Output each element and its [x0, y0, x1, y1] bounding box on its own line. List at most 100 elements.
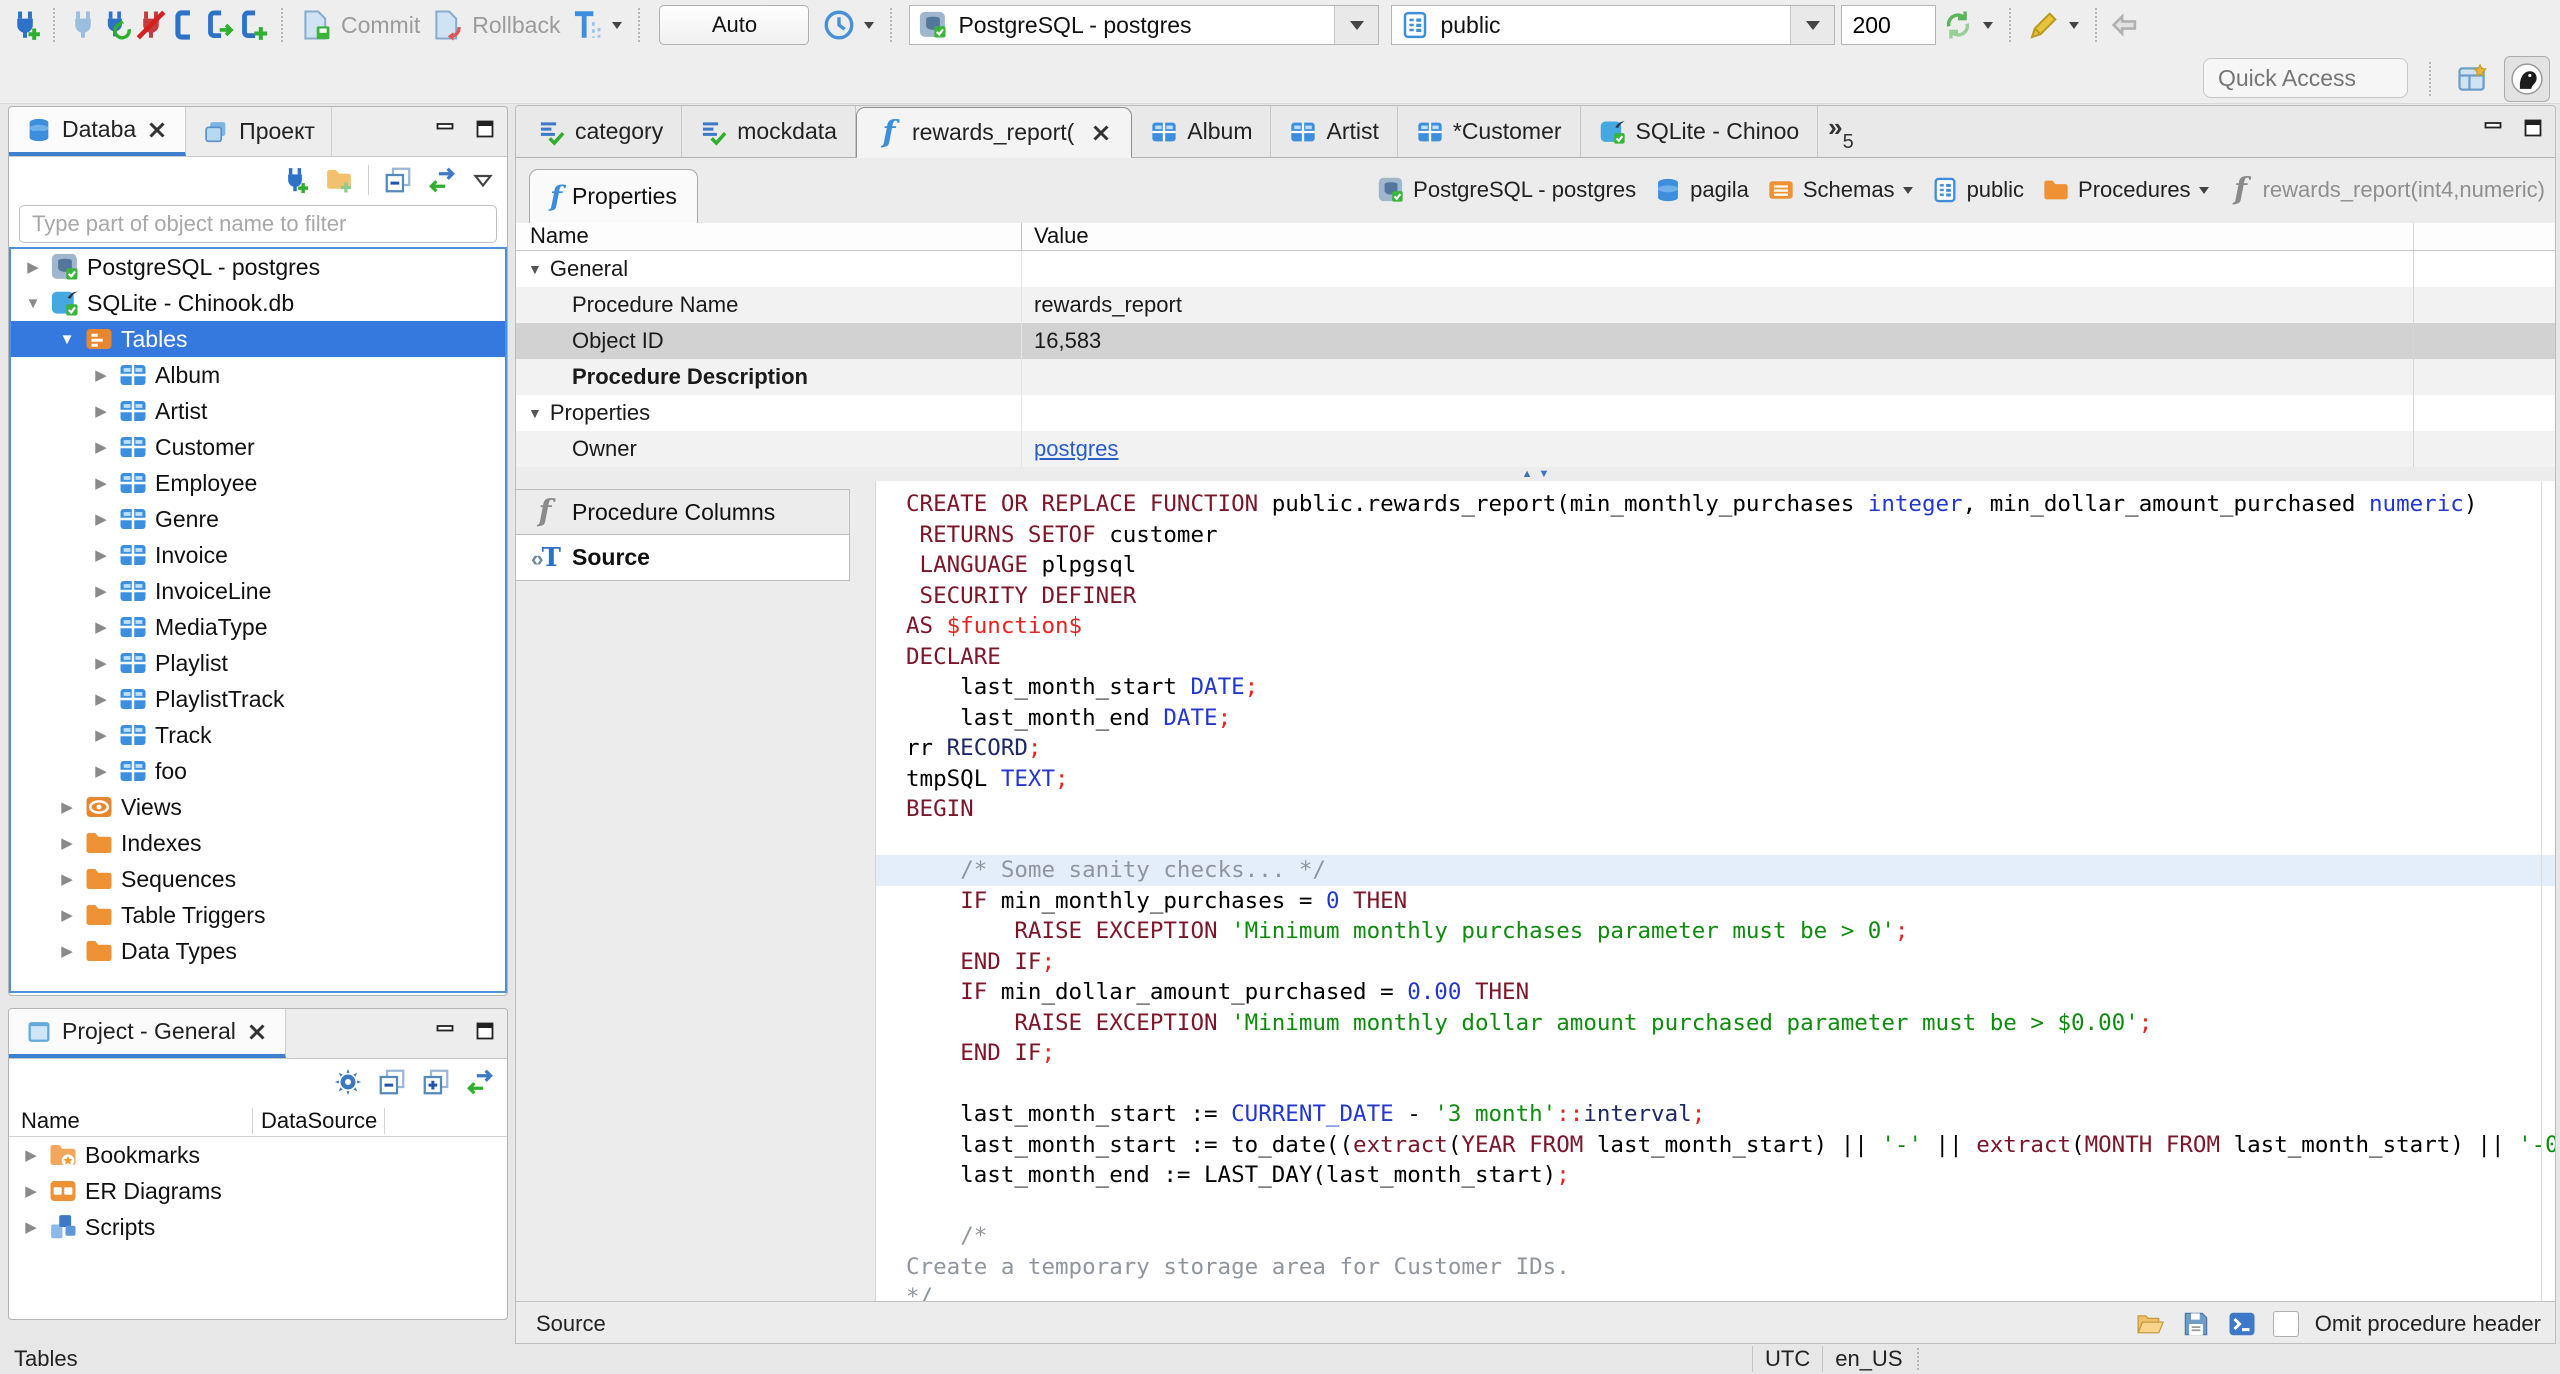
collapse-all-icon[interactable]	[377, 1067, 407, 1097]
subtab-source[interactable]: ‹›T Source	[516, 535, 850, 581]
breadcrumb-item-pagila[interactable]: pagila	[1654, 176, 1749, 204]
expand-arrow-icon[interactable]: ▶	[57, 942, 77, 960]
transaction-mode-button[interactable]	[570, 8, 623, 42]
expand-arrow-icon[interactable]: ▶	[91, 654, 111, 672]
collapse-arrow-icon[interactable]: ▼	[23, 295, 43, 312]
quick-access-input[interactable]	[2203, 58, 2408, 98]
expand-arrow-icon[interactable]: ▶	[21, 1218, 41, 1236]
expand-arrow-icon[interactable]: ▶	[91, 474, 111, 492]
connect-icon[interactable]	[66, 8, 100, 42]
tree-item-table-triggers[interactable]: ▶ Table Triggers	[11, 897, 505, 933]
project-item-bookmarks[interactable]: ▶ Bookmarks	[9, 1137, 507, 1173]
tree-item-artist[interactable]: ▶ Artist	[11, 393, 505, 429]
minimize-icon[interactable]	[433, 117, 457, 141]
expand-arrow-icon[interactable]: ▶	[23, 258, 43, 276]
load-from-file-icon[interactable]	[2135, 1309, 2165, 1339]
fetch-size-input[interactable]	[1841, 5, 1937, 45]
tree-item-sequences[interactable]: ▶ Sequences	[11, 861, 505, 897]
new-connection-icon[interactable]	[280, 165, 310, 195]
project-item-er-diagrams[interactable]: ▶ ER Diagrams	[9, 1173, 507, 1209]
generate-sql-button[interactable]	[2027, 8, 2080, 42]
column-header-name[interactable]: Name	[516, 223, 1021, 250]
open-console-icon[interactable]	[2227, 1309, 2257, 1339]
minimize-icon[interactable]	[433, 1019, 457, 1043]
property-row-general[interactable]: ▼ General	[516, 251, 2555, 287]
property-row-procedure-description[interactable]: Procedure Description	[516, 359, 2555, 395]
property-row-properties[interactable]: ▼ Properties	[516, 395, 2555, 431]
editor-tab-album[interactable]: Album	[1132, 106, 1272, 157]
close-icon[interactable]	[245, 1020, 269, 1044]
column-header-datasource[interactable]: DataSource	[252, 1107, 385, 1134]
expand-arrow-icon[interactable]: ▶	[57, 870, 77, 888]
minimize-icon[interactable]	[2481, 116, 2505, 140]
subtab-procedure-columns[interactable]: f Procedure Columns	[516, 489, 850, 535]
commit-button[interactable]: Commit	[299, 8, 420, 42]
maximize-icon[interactable]	[473, 1019, 497, 1043]
tab-project-general[interactable]: Project - General	[9, 1009, 286, 1058]
expand-arrow-icon[interactable]: ▶	[21, 1146, 41, 1164]
expand-arrow-icon[interactable]: ▶	[91, 366, 111, 384]
expand-arrow-icon[interactable]: ▶	[57, 834, 77, 852]
editor-tab-rewards-report[interactable]: f rewards_report(	[855, 107, 1133, 158]
expand-arrow-icon[interactable]: ▶	[91, 546, 111, 564]
link-with-editor-icon[interactable]	[465, 1067, 495, 1097]
tab-properties[interactable]: f Properties	[529, 169, 698, 223]
schema-selector[interactable]: public	[1391, 5, 1836, 45]
collapse-arrow-icon[interactable]: ▼	[528, 405, 542, 421]
tree-item-genre[interactable]: ▶ Genre	[11, 501, 505, 537]
breadcrumb-item-public[interactable]: public	[1931, 176, 2024, 204]
project-tree[interactable]: ▶ Bookmarks ▶ ER Diagrams ▶ Scripts	[9, 1137, 507, 1245]
gear-icon[interactable]	[333, 1067, 363, 1097]
collapse-arrow-icon[interactable]: ▼	[528, 261, 542, 277]
dbeaver-perspective-button[interactable]	[2504, 56, 2550, 102]
expand-arrow-icon[interactable]: ▶	[91, 726, 111, 744]
tree-item-mediatype[interactable]: ▶ MediaType	[11, 609, 505, 645]
section-splitter[interactable]: ▲ ▼	[516, 467, 2555, 481]
column-header-name[interactable]: Name	[9, 1108, 252, 1134]
new-sql-editor-icon[interactable]	[202, 8, 236, 42]
property-row-object-id[interactable]: Object ID 16,583	[516, 323, 2555, 359]
connection-selector[interactable]: PostgreSQL - postgres	[909, 5, 1380, 45]
navigator-tree[interactable]: ▶ PostgreSQL - postgres ▼ SQLite - Chinook.…	[9, 247, 507, 993]
expand-arrow-icon[interactable]: ▶	[91, 690, 111, 708]
view-menu-icon[interactable]	[471, 168, 495, 192]
column-header-value[interactable]: Value	[1021, 223, 2555, 250]
tree-item-postgresql-postgres[interactable]: ▶ PostgreSQL - postgres	[11, 249, 505, 285]
link-with-editor-icon[interactable]	[427, 165, 457, 195]
breadcrumb-item-procedures[interactable]: Procedures	[2042, 176, 2209, 204]
save-to-file-icon[interactable]	[2181, 1309, 2211, 1339]
expand-arrow-icon[interactable]: ▶	[91, 402, 111, 420]
collapse-arrow-icon[interactable]: ▼	[57, 331, 77, 348]
expand-arrow-icon[interactable]: ▶	[91, 510, 111, 528]
expand-arrow-icon[interactable]: ▶	[91, 618, 111, 636]
tab-database-navigator[interactable]: Databa	[9, 107, 187, 156]
editor-tab-artist[interactable]: Artist	[1271, 106, 1398, 157]
project-item-scripts[interactable]: ▶ Scripts	[9, 1209, 507, 1245]
expand-all-icon[interactable]	[421, 1067, 451, 1097]
expand-arrow-icon[interactable]: ▶	[91, 762, 111, 780]
editor-tab-mockdata[interactable]: mockdata	[682, 106, 856, 157]
new-folder-icon[interactable]	[324, 165, 354, 195]
tab-overflow-button[interactable]: » 5	[1828, 114, 1854, 157]
sql-console-icon[interactable]	[236, 8, 270, 42]
status-timezone[interactable]: UTC	[1765, 1346, 1810, 1372]
expand-down-icon[interactable]: ▼	[1539, 468, 1550, 480]
sql-editor-icon[interactable]	[168, 8, 202, 42]
source-viewer[interactable]: CREATE OR REPLACE FUNCTION public.reward…	[875, 481, 2555, 1301]
tree-item-data-types[interactable]: ▶ Data Types	[11, 933, 505, 969]
close-icon[interactable]	[1089, 121, 1113, 145]
omit-procedure-header-checkbox[interactable]	[2272, 1310, 2299, 1337]
breadcrumb-item-schemas[interactable]: Schemas	[1767, 176, 1913, 204]
tab-project-explorer[interactable]: Проект	[186, 107, 332, 156]
expand-arrow-icon[interactable]: ▶	[91, 438, 111, 456]
editor-tab-category[interactable]: category	[520, 106, 683, 157]
editor-tab-sqlite-chinoo[interactable]: SQLite - Chinoo	[1581, 106, 1819, 157]
properties-grid[interactable]: ▼ General Procedure Name rewards_report Obje…	[516, 251, 2555, 467]
reconnect-icon[interactable]	[100, 8, 134, 42]
auto-commit-button[interactable]: Auto	[659, 5, 810, 45]
tree-item-tables[interactable]: ▼ Tables	[11, 321, 505, 357]
schema-dropdown-button[interactable]	[1790, 6, 1835, 44]
transaction-log-button[interactable]	[822, 8, 875, 42]
tree-item-track[interactable]: ▶ Track	[11, 717, 505, 753]
owner-link[interactable]: postgres	[1034, 436, 1118, 462]
